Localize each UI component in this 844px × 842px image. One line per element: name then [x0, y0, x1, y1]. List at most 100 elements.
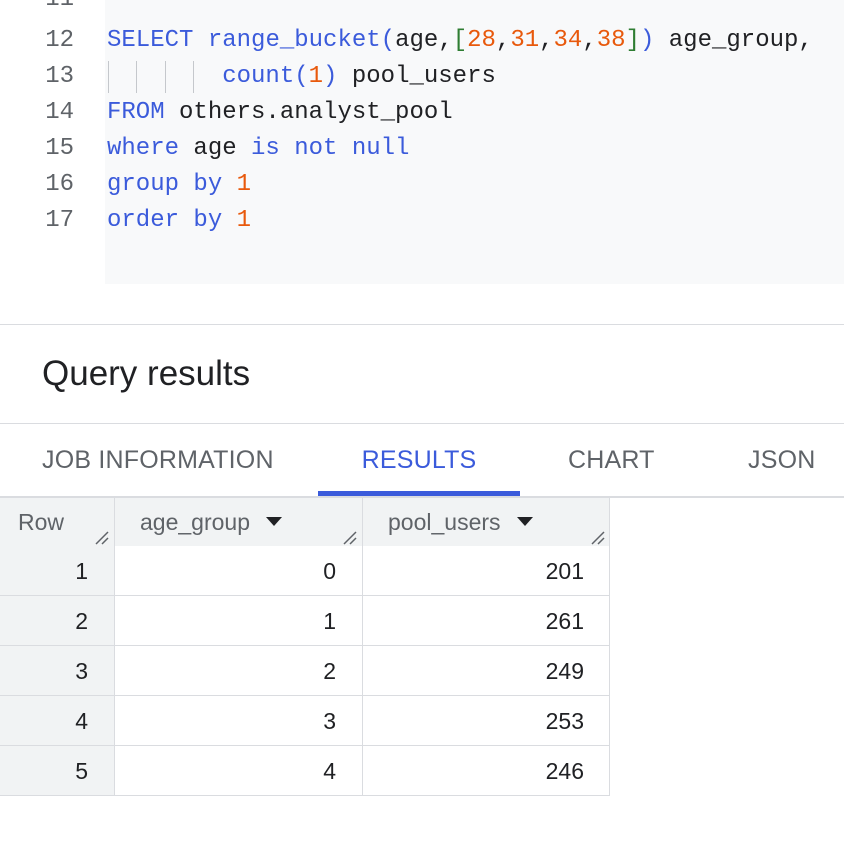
code-token: 34: [553, 27, 583, 54]
row-divider: [0, 795, 610, 796]
column-resize-icon[interactable]: [94, 530, 110, 546]
sql-editor[interactable]: 1112SELECT range_bucket(age,[28,31,34,38…: [0, 0, 844, 325]
header-divider: [609, 498, 610, 546]
cell-row-number: 4: [0, 696, 114, 746]
code-token: ]: [625, 27, 640, 54]
code-token: (: [294, 63, 309, 90]
code-line[interactable]: 16 group by 1: [0, 167, 844, 203]
code-line[interactable]: 15 where age is not null: [0, 131, 844, 167]
code-token: [: [452, 27, 468, 54]
sort-arrow-down-icon[interactable]: [266, 517, 282, 527]
code-line[interactable]: 13 count(1) pool_users: [0, 59, 844, 95]
code-token: is not null: [251, 135, 410, 162]
code-token: age: [179, 135, 252, 162]
tab-json[interactable]: JSON: [748, 424, 815, 496]
code-line[interactable]: 14 FROM others.analyst_pool: [0, 95, 844, 131]
indent-guide: [165, 61, 166, 93]
table-row[interactable]: 4 3 253: [0, 696, 610, 746]
code-token: ,: [539, 27, 554, 54]
code-text: group by 1: [107, 167, 251, 203]
column-divider: [362, 546, 363, 796]
indent-guide: [108, 61, 109, 93]
code-text: FROM others.analyst_pool: [107, 95, 453, 131]
table-row[interactable]: 2 1 261: [0, 596, 610, 646]
line-number: 15: [45, 135, 74, 162]
sort-arrow-down-icon[interactable]: [516, 517, 533, 527]
code-token: ): [323, 63, 338, 90]
code-text: SELECT range_bucket(age,[28,31,34,38]) a…: [107, 23, 813, 59]
column-header-label: age_group: [140, 509, 250, 535]
column-divider: [114, 546, 115, 796]
code-line[interactable]: 12 SELECT range_bucket(age,[28,31,34,38])…: [0, 23, 844, 59]
table-row[interactable]: 5 4 246: [0, 746, 610, 796]
code-token: age_group,: [654, 27, 813, 54]
cell-pool-users: 246: [545, 758, 584, 784]
line-number: 16: [45, 171, 74, 198]
cell-row-number: 5: [0, 746, 114, 796]
code-text: order by 1: [107, 203, 251, 239]
line-number: 13: [45, 63, 74, 90]
column-header-label: pool_users: [388, 509, 501, 535]
cell-pool-users: 249: [545, 658, 584, 684]
code-token: 1: [236, 171, 252, 198]
cell-age-group: 2: [323, 658, 336, 684]
indent-guide: [193, 61, 194, 93]
cell-row-number: 3: [0, 646, 114, 696]
code-token: order by: [107, 207, 223, 234]
code-token: 28: [467, 27, 496, 54]
code-token: 1: [308, 63, 324, 90]
code-token: (: [380, 27, 396, 54]
tab-results[interactable]: RESULTS: [318, 424, 520, 496]
column-resize-icon[interactable]: [342, 530, 358, 546]
tab-job-information[interactable]: JOB INFORMATION: [42, 424, 274, 496]
code-token: 31: [510, 27, 540, 54]
table-header: Row age_group pool_users: [0, 498, 610, 546]
column-divider: [609, 546, 610, 796]
code-line[interactable]: 11: [0, 0, 844, 18]
cell-row-number: 1: [0, 546, 114, 596]
code-token: count: [222, 63, 295, 90]
code-token: where: [107, 135, 180, 162]
column-header-row: Row: [18, 509, 65, 535]
line-number: 17: [45, 207, 74, 234]
code-token: pool_users: [337, 63, 496, 90]
cell-pool-users: 201: [545, 558, 584, 584]
editor-divider: [0, 324, 844, 325]
code-text: where age is not null: [107, 131, 409, 167]
cell-age-group: 4: [323, 758, 336, 784]
code-token: ,: [438, 27, 453, 54]
indent-guide: [136, 61, 137, 93]
line-number: 11: [0, 0, 74, 18]
code-token: SELECT: [107, 27, 194, 54]
column-header-age-group[interactable]: age_group: [140, 498, 282, 546]
header-divider: [114, 498, 115, 546]
code-token: 38: [596, 27, 626, 54]
code-token: group by: [107, 171, 223, 198]
cell-pool-users: 261: [545, 608, 584, 634]
line-number: 14: [45, 99, 74, 126]
code-token: 1: [236, 207, 252, 234]
table-row[interactable]: 3 2 249: [0, 646, 610, 696]
code-token: others.analyst_pool: [164, 99, 453, 126]
code-token: range_bucket: [207, 27, 381, 54]
cell-age-group: 1: [323, 608, 336, 634]
table-row[interactable]: 1 0 201: [0, 546, 610, 596]
column-resize-icon[interactable]: [590, 530, 606, 546]
code-token: FROM: [107, 99, 165, 126]
line-number: 12: [45, 27, 74, 54]
tab-chart[interactable]: CHART: [568, 424, 655, 496]
code-line[interactable]: 17 order by 1: [0, 203, 844, 239]
code-token: ,: [582, 27, 597, 54]
cell-age-group: 3: [323, 708, 336, 734]
cell-age-group: 0: [323, 558, 336, 584]
column-header-pool-users[interactable]: pool_users: [388, 498, 533, 546]
cell-pool-users: 253: [545, 708, 584, 734]
code-token: ,: [495, 27, 511, 54]
header-divider: [362, 498, 363, 546]
cell-row-number: 2: [0, 596, 114, 646]
code-token: age: [395, 27, 439, 54]
code-token: ): [639, 27, 655, 54]
